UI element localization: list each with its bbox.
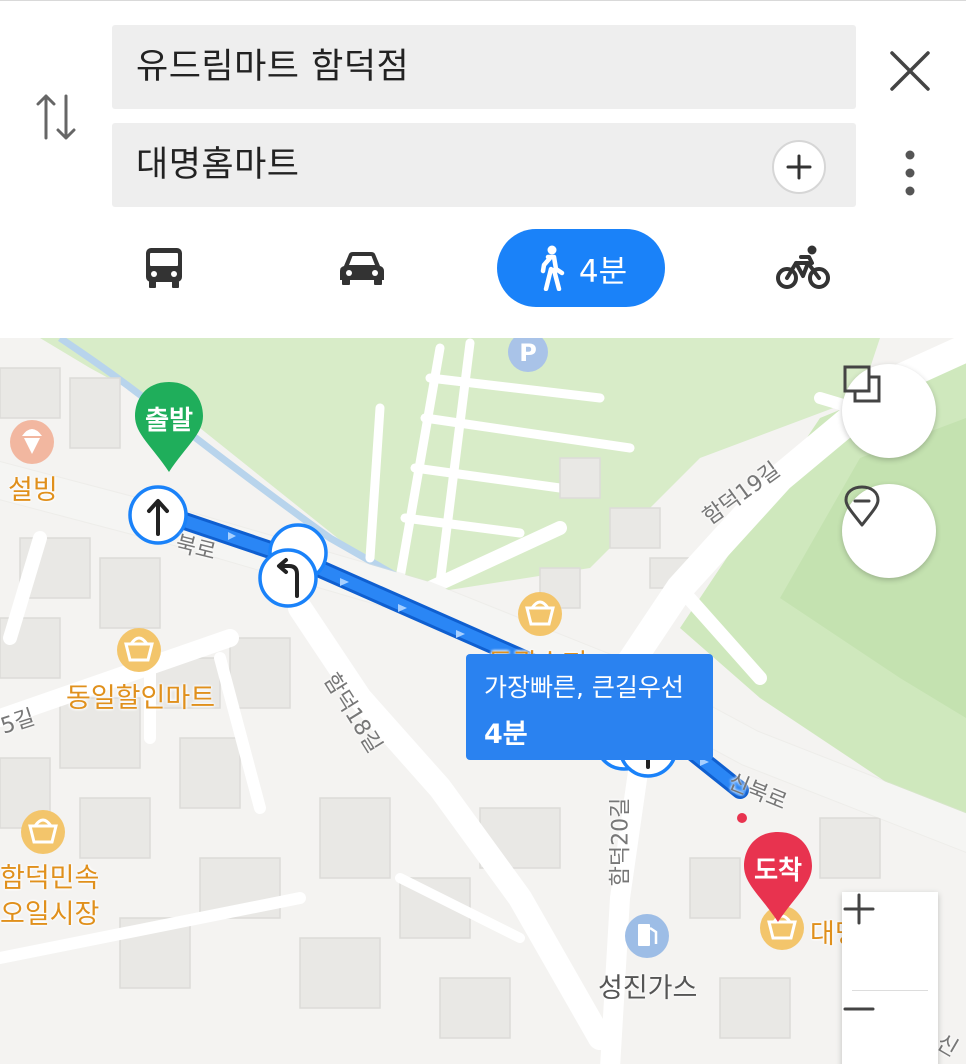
shop-icon-donggwang <box>518 592 562 636</box>
destination-field[interactable]: 대명홈마트 <box>112 123 856 207</box>
plus-icon <box>843 893 875 925</box>
zoom-controls <box>842 892 938 1064</box>
zoom-divider <box>852 990 928 991</box>
minus-icon <box>843 1007 875 1011</box>
swap-vertical-icon <box>36 94 76 140</box>
transport-mode-bar: 4분 <box>0 229 966 309</box>
close-icon <box>890 51 930 91</box>
end-dot <box>737 813 747 823</box>
destination-text: 대명홈마트 <box>136 145 300 185</box>
close-button[interactable] <box>880 41 940 101</box>
bus-mode-button[interactable] <box>128 229 200 307</box>
location-button[interactable] <box>842 484 936 578</box>
bus-icon <box>146 248 182 288</box>
poi-label-dongil-mart: 동일할인마트 <box>66 683 216 714</box>
car-mode-button[interactable] <box>322 229 402 307</box>
plus-icon <box>786 154 812 180</box>
turn-marker-left <box>258 548 318 608</box>
swap-button[interactable] <box>28 87 84 147</box>
layers-button[interactable] <box>842 364 936 458</box>
more-button[interactable] <box>885 141 935 205</box>
location-pin-icon <box>844 485 880 527</box>
street-label-hamdeok20: 함덕20길 <box>608 797 634 887</box>
shop-icon-market <box>21 810 65 854</box>
layers-icon <box>843 365 881 403</box>
route-info-card[interactable]: 가장빠른, 큰길우선 4분 <box>466 654 713 760</box>
route-description: 가장빠른, 큰길우선 <box>484 673 684 702</box>
walk-time: 4분 <box>578 253 628 290</box>
poi-label-market-2: 오일시장 <box>0 899 100 930</box>
zoom-in-button[interactable] <box>842 892 938 988</box>
map-directions-screen: 유드림마트 함덕점 대명홈마트 4분 P 출발 도착 설빙 동일할인마트 함덕민… <box>0 0 966 1064</box>
poi-label-gas-station: 성진가스 <box>598 973 698 1004</box>
walk-mode-button[interactable]: 4분 <box>497 229 665 307</box>
poi-label-seolbing: 설빙 <box>8 475 58 506</box>
ice-cream-icon <box>10 420 54 464</box>
car-icon <box>340 252 384 285</box>
bike-mode-button[interactable] <box>768 229 838 307</box>
shop-icon-dongil <box>117 628 161 672</box>
origin-text: 유드림마트 함덕점 <box>136 47 410 87</box>
svg-text:P: P <box>519 339 537 367</box>
origin-field[interactable]: 유드림마트 함덕점 <box>112 25 856 109</box>
directions-header: 유드림마트 함덕점 대명홈마트 4분 <box>0 0 966 338</box>
zoom-out-button[interactable] <box>842 992 938 1064</box>
bicycle-icon <box>776 245 830 289</box>
gas-station-icon <box>625 914 669 958</box>
end-marker-label: 도착 <box>754 856 802 886</box>
more-vertical-icon <box>905 150 915 196</box>
map-view[interactable]: P 출발 도착 설빙 동일할인마트 함덕민속 오일시장 성진가스 대명 북로 함… <box>0 338 966 1064</box>
poi-label-market-1: 함덕민속 <box>0 863 100 894</box>
route-time: 4분 <box>484 719 528 750</box>
walk-icon <box>540 245 565 291</box>
start-marker-label: 출발 <box>145 406 193 436</box>
add-stop-button[interactable] <box>772 140 826 194</box>
